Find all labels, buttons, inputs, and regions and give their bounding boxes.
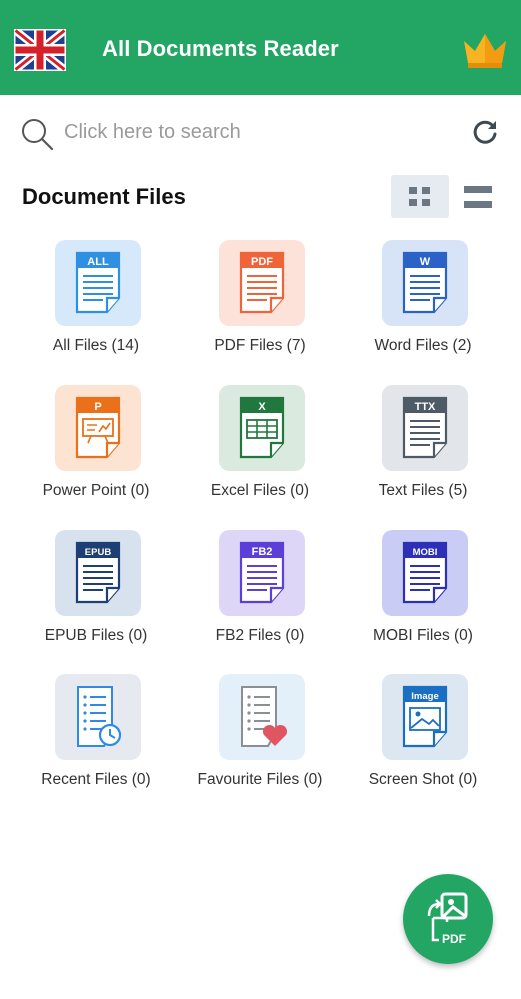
tile-excel[interactable]: X Excel Files (0) — [185, 385, 335, 515]
tile-label: Text Files (5) — [378, 482, 468, 499]
tile-favourite-files[interactable]: Favourite Files (0) — [185, 674, 335, 804]
all-files-icon: ALL — [55, 240, 141, 326]
grid-view-icon — [409, 187, 430, 206]
tile-label: MOBI Files (0) — [373, 627, 473, 644]
favourite-files-icon — [219, 674, 305, 760]
crown-icon[interactable] — [461, 31, 509, 69]
tile-badge: MOBI — [413, 547, 438, 558]
tile-fb2[interactable]: FB2 FB2 Files (0) — [185, 530, 335, 660]
search-input[interactable] — [64, 114, 444, 150]
tile-label: Excel Files (0) — [210, 482, 310, 499]
tile-label: EPUB Files (0) — [44, 627, 148, 644]
tile-label: PDF Files (7) — [214, 337, 306, 354]
fab-label: PDF — [442, 932, 466, 946]
tile-epub[interactable]: EPUB EPUB Files (0) — [21, 530, 171, 660]
tile-badge: FB2 — [252, 546, 273, 558]
tile-badge: W — [420, 256, 431, 268]
image-to-pdf-button[interactable]: PDF — [403, 874, 493, 964]
tile-screenshot[interactable]: Image Screen Shot (0) — [348, 674, 498, 804]
tile-badge: ALL — [87, 256, 109, 268]
fb2-icon: FB2 — [219, 530, 305, 616]
screenshot-icon: Image — [382, 674, 468, 760]
app-title: All Documents Reader — [102, 36, 339, 61]
list-view-icon — [464, 186, 492, 208]
tile-mobi[interactable]: MOBI MOBI Files (0) — [348, 530, 498, 660]
tile-label: Screen Shot (0) — [368, 771, 478, 788]
word-icon: W — [382, 240, 468, 326]
tile-label: Favourite Files (0) — [197, 771, 323, 788]
text-file-icon: TTX — [382, 385, 468, 471]
tile-powerpoint[interactable]: P Power Point (0) — [21, 385, 171, 515]
tile-badge: PDF — [251, 256, 273, 268]
tile-all-files[interactable]: ALL All Files (14) — [21, 240, 171, 370]
section-title: Document Files — [22, 184, 186, 209]
list-view-button[interactable] — [458, 180, 498, 214]
powerpoint-icon: P — [55, 385, 141, 471]
tile-pdf[interactable]: PDF PDF Files (7) — [185, 240, 335, 370]
tile-badge: X — [258, 401, 266, 413]
tile-label: Power Point (0) — [42, 482, 150, 499]
tile-word[interactable]: W Word Files (2) — [348, 240, 498, 370]
mobi-icon: MOBI — [382, 530, 468, 616]
app-bar: All Documents Reader — [0, 0, 521, 95]
recent-files-icon — [55, 674, 141, 760]
tile-label: FB2 Files (0) — [215, 627, 305, 644]
tile-text-file[interactable]: TTX Text Files (5) — [348, 385, 498, 515]
tile-label: Recent Files (0) — [41, 771, 151, 788]
refresh-icon[interactable] — [472, 119, 498, 145]
tile-badge: P — [94, 401, 101, 413]
grid-view-button[interactable] — [391, 175, 449, 218]
tile-recent-files[interactable]: Recent Files (0) — [21, 674, 171, 804]
tile-badge: TTX — [415, 401, 436, 413]
tile-label: All Files (14) — [52, 337, 140, 354]
tile-badge: EPUB — [85, 547, 112, 558]
tile-badge: Image — [411, 691, 438, 702]
tile-label: Word Files (2) — [374, 337, 472, 354]
uk-flag-icon[interactable] — [14, 29, 66, 71]
search-icon — [22, 119, 54, 151]
epub-icon: EPUB — [55, 530, 141, 616]
pdf-icon: PDF — [219, 240, 305, 326]
excel-icon: X — [219, 385, 305, 471]
image-to-pdf-icon — [427, 892, 468, 942]
